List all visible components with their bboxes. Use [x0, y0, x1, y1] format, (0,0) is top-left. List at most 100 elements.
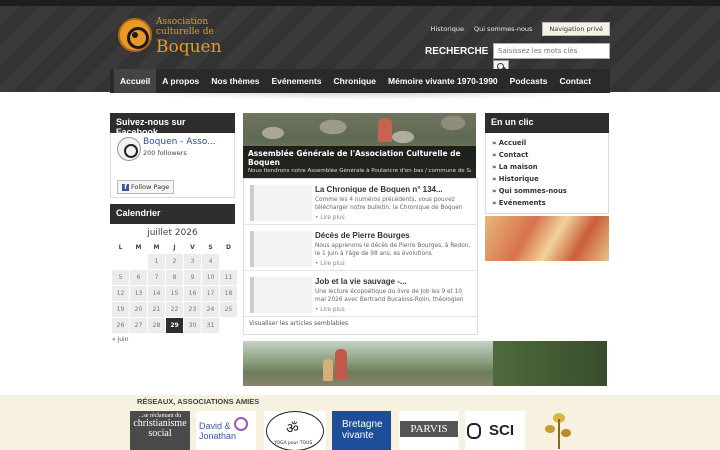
- quick-link-qui-sommes-nous[interactable]: » Qui sommes-nous: [492, 185, 602, 197]
- quick-link-accueil[interactable]: » Accueil: [492, 137, 602, 149]
- facebook-box-title: Suivez-nous sur Facebook: [110, 113, 235, 133]
- nav-a-propos[interactable]: A propos: [156, 69, 205, 93]
- calendar-prev-link[interactable]: « juin: [112, 336, 235, 343]
- nav-contact[interactable]: Contact: [553, 69, 597, 93]
- partner-christianisme-social[interactable]: ...se réclamant du christianisme social: [130, 411, 190, 450]
- calendar-day[interactable]: 7: [148, 270, 165, 285]
- quick-links-box: En un clic » Accueil » Contact » La mais…: [485, 113, 609, 214]
- calendar-day[interactable]: 8: [166, 270, 183, 285]
- article-thumbnail[interactable]: [250, 185, 312, 221]
- calendar-day[interactable]: 27: [130, 318, 147, 333]
- read-more-link[interactable]: • Lire plus: [315, 261, 345, 267]
- read-more-label: Lire plus: [320, 261, 345, 267]
- facebook-follow-button[interactable]: f Follow Page: [117, 180, 175, 194]
- partner-bretagne-vivante[interactable]: Bretagne vivante: [332, 411, 391, 450]
- calendar-day[interactable]: 17: [202, 286, 219, 301]
- calendar-day[interactable]: 30: [184, 318, 201, 333]
- nav-nos-themes[interactable]: Nos thèmes: [205, 69, 265, 93]
- article-excerpt: Une lecture écopoétique du livre de Job …: [315, 289, 464, 303]
- list-item: Décès de Pierre Bourges Nous apprenons l…: [244, 225, 477, 271]
- quick-link-la-maison[interactable]: » La maison: [492, 161, 602, 173]
- toplink-navigation-privee[interactable]: Navigation privé: [542, 22, 610, 36]
- facebook-page-avatar[interactable]: [117, 137, 141, 161]
- calendar-day[interactable]: 28: [148, 318, 165, 333]
- nav-memoire-vivante[interactable]: Mémoire vivante 1970-1990: [382, 69, 504, 93]
- article-excerpt: Comme les 4 numéros précédents, vous pou…: [315, 197, 463, 211]
- calendar-day[interactable]: 18: [220, 286, 237, 301]
- partner-emblem-icon: [234, 417, 248, 431]
- search-input[interactable]: [493, 43, 610, 59]
- site-logo[interactable]: Association culturelle de Boquen: [118, 14, 228, 58]
- partner-text: vivante: [342, 430, 374, 441]
- article-title[interactable]: Décès de Pierre Bourges: [315, 231, 410, 240]
- calendar-day[interactable]: 1: [148, 254, 165, 269]
- nav-accueil[interactable]: Accueil: [114, 69, 157, 93]
- article-excerpt: Nous apprenons le décès de Pierre Bourge…: [315, 243, 471, 257]
- toplink-historique[interactable]: Historique: [431, 25, 464, 33]
- calendar-day[interactable]: 19: [112, 302, 129, 317]
- nav-evenements[interactable]: Evénements: [265, 69, 327, 93]
- calendar-day[interactable]: 26: [112, 318, 129, 333]
- partner-text: SCI: [489, 422, 515, 439]
- leaf-icon: [545, 425, 555, 433]
- quick-link-historique[interactable]: » Historique: [492, 173, 602, 185]
- read-more-label: Lire plus: [320, 307, 345, 313]
- partner-text: YOGA pour TOUS: [274, 441, 313, 446]
- partner-plant-logo[interactable]: [531, 411, 591, 450]
- calendar-weekday: S: [208, 244, 213, 251]
- calendar-day[interactable]: 2: [166, 254, 183, 269]
- partner-david-jonathan[interactable]: David & Jonathan: [196, 411, 256, 450]
- calendar-day[interactable]: 13: [130, 286, 147, 301]
- calendar-day[interactable]: 21: [148, 302, 165, 317]
- article-title[interactable]: Job et la vie sauvage -...: [315, 277, 407, 286]
- read-more-label: Lire plus: [320, 215, 345, 221]
- calendar-empty-cell: [130, 254, 147, 269]
- header-shadow: [110, 92, 610, 100]
- calendar-day[interactable]: 22: [166, 302, 183, 317]
- toplink-qui-sommes-nous[interactable]: Qui sommes-nous: [474, 25, 532, 33]
- quick-link-contact[interactable]: » Contact: [492, 149, 602, 161]
- quick-link-label: Qui sommes-nous: [498, 187, 567, 195]
- featured-article[interactable]: Assemblée Générale de l'Association Cult…: [243, 113, 476, 178]
- calendar-day[interactable]: 4: [202, 254, 219, 269]
- article-list: La Chronique de Boquen n° 134... Comme l…: [243, 178, 478, 335]
- article-thumbnail[interactable]: [250, 277, 312, 313]
- nav-chronique[interactable]: Chronique: [328, 69, 383, 93]
- quick-links-list: » Accueil » Contact » La maison » Histor…: [485, 133, 609, 214]
- calendar-day[interactable]: 29: [166, 318, 183, 333]
- facebook-page-name[interactable]: Boquen - Asso...: [143, 137, 216, 147]
- feature-title[interactable]: Assemblée Générale de l'Association Cult…: [248, 149, 471, 167]
- quick-link-evenements[interactable]: » Evénements: [492, 197, 602, 209]
- painting-image[interactable]: [485, 216, 609, 261]
- calendar-weekday: M: [135, 244, 142, 251]
- calendar-day[interactable]: 10: [202, 270, 219, 285]
- calendar-day[interactable]: 15: [166, 286, 183, 301]
- article-thumbnail[interactable]: [250, 231, 312, 267]
- article-title[interactable]: La Chronique de Boquen n° 134...: [315, 185, 443, 194]
- calendar-day[interactable]: 6: [130, 270, 147, 285]
- calendar-day[interactable]: 25: [220, 302, 237, 317]
- calendar-day[interactable]: 12: [112, 286, 129, 301]
- calendar-day[interactable]: 9: [184, 270, 201, 285]
- read-more-link[interactable]: • Lire plus: [315, 307, 345, 313]
- om-icon: ॐ: [286, 421, 299, 437]
- partner-yoga-pour-tous[interactable]: ॐ YOGA pour TOUS: [264, 411, 326, 450]
- calendar-day[interactable]: 11: [220, 270, 237, 285]
- calendar-day[interactable]: 16: [184, 286, 201, 301]
- calendar-day[interactable]: 20: [130, 302, 147, 317]
- partner-parvis[interactable]: PARVIS: [399, 411, 459, 450]
- calendar-day[interactable]: 24: [202, 302, 219, 317]
- photo-person: [335, 349, 347, 379]
- calendar-day[interactable]: 23: [184, 302, 201, 317]
- calendar-day[interactable]: 31: [202, 318, 219, 333]
- calendar-day[interactable]: 14: [148, 286, 165, 301]
- calendar-day[interactable]: 5: [112, 270, 129, 285]
- nav-podcasts[interactable]: Podcasts: [504, 69, 554, 93]
- calendar-day[interactable]: 3: [184, 254, 201, 269]
- quick-link-label: La maison: [498, 163, 538, 171]
- read-more-link[interactable]: • Lire plus: [315, 215, 345, 221]
- calendar-empty-cell: [220, 318, 237, 333]
- calendar-weekday: V: [190, 244, 195, 251]
- partner-sci[interactable]: SCI: [465, 411, 525, 450]
- similar-articles-link[interactable]: Visualiser les articles semblables: [244, 317, 477, 330]
